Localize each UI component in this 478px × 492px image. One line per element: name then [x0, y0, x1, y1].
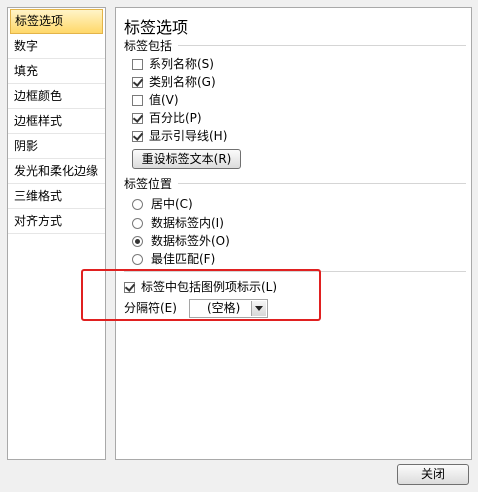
label-contains-heading: 标签包括	[124, 39, 173, 53]
series-name-label: 系列名称(S)	[149, 57, 214, 71]
nav-item-3d-format[interactable]: 三维格式	[8, 184, 105, 209]
highlight-annotation	[81, 269, 321, 321]
position-outside-end-label: 数据标签外(O)	[151, 234, 230, 248]
position-center-radio[interactable]	[132, 198, 143, 210]
nav-item-label-options[interactable]: 标签选项	[10, 9, 103, 34]
percentage-option[interactable]: 百分比(P)	[132, 109, 202, 127]
label-position-heading: 标签位置	[124, 177, 173, 191]
leader-lines-option[interactable]: 显示引导线(H)	[132, 127, 227, 145]
position-inside-end-radio[interactable]	[132, 217, 143, 229]
series-name-option[interactable]: 系列名称(S)	[132, 55, 214, 73]
nav-item-fill[interactable]: 填充	[8, 59, 105, 84]
value-label: 值(V)	[149, 93, 179, 107]
position-best-fit-radio[interactable]	[132, 253, 143, 265]
leader-lines-label: 显示引导线(H)	[149, 129, 228, 143]
nav-item-border-style[interactable]: 边框样式	[8, 109, 105, 134]
category-name-checkbox[interactable]	[132, 76, 143, 88]
position-center-label: 居中(C)	[151, 197, 193, 211]
position-best-fit-label: 最佳匹配(F)	[151, 252, 216, 266]
nav-item-alignment[interactable]: 对齐方式	[8, 209, 105, 234]
options-panel: 标签选项 标签包括 系列名称(S) 类别名称(G) 值(V) 百分比(P) 显示…	[115, 7, 472, 460]
nav-item-number[interactable]: 数字	[8, 34, 105, 59]
position-outside-end-option[interactable]: 数据标签外(O)	[132, 232, 230, 250]
position-inside-end-label: 数据标签内(I)	[151, 216, 224, 230]
series-name-checkbox[interactable]	[132, 58, 143, 70]
nav-item-border-color[interactable]: 边框颜色	[8, 84, 105, 109]
category-list: 标签选项 数字 填充 边框颜色 边框样式 阴影 发光和柔化边缘 三维格式 对齐方…	[7, 7, 106, 460]
position-best-fit-option[interactable]: 最佳匹配(F)	[132, 250, 215, 268]
close-button[interactable]: 关闭	[397, 464, 469, 485]
nav-item-shadow[interactable]: 阴影	[8, 134, 105, 159]
position-inside-end-option[interactable]: 数据标签内(I)	[132, 214, 224, 232]
nav-item-glow-soft-edges[interactable]: 发光和柔化边缘	[8, 159, 105, 184]
position-center-option[interactable]: 居中(C)	[132, 195, 193, 213]
category-name-option[interactable]: 类别名称(G)	[132, 73, 216, 91]
value-checkbox[interactable]	[132, 94, 143, 106]
reset-label-text-button[interactable]: 重设标签文本(R)	[132, 149, 241, 169]
category-name-label: 类别名称(G)	[149, 75, 216, 89]
leader-lines-checkbox[interactable]	[132, 130, 143, 142]
panel-title: 标签选项	[124, 18, 189, 37]
section-divider	[178, 183, 466, 184]
percentage-checkbox[interactable]	[132, 112, 143, 124]
position-outside-end-radio[interactable]	[132, 235, 143, 247]
percentage-label: 百分比(P)	[149, 111, 202, 125]
section-divider	[178, 45, 466, 46]
value-option[interactable]: 值(V)	[132, 91, 179, 109]
